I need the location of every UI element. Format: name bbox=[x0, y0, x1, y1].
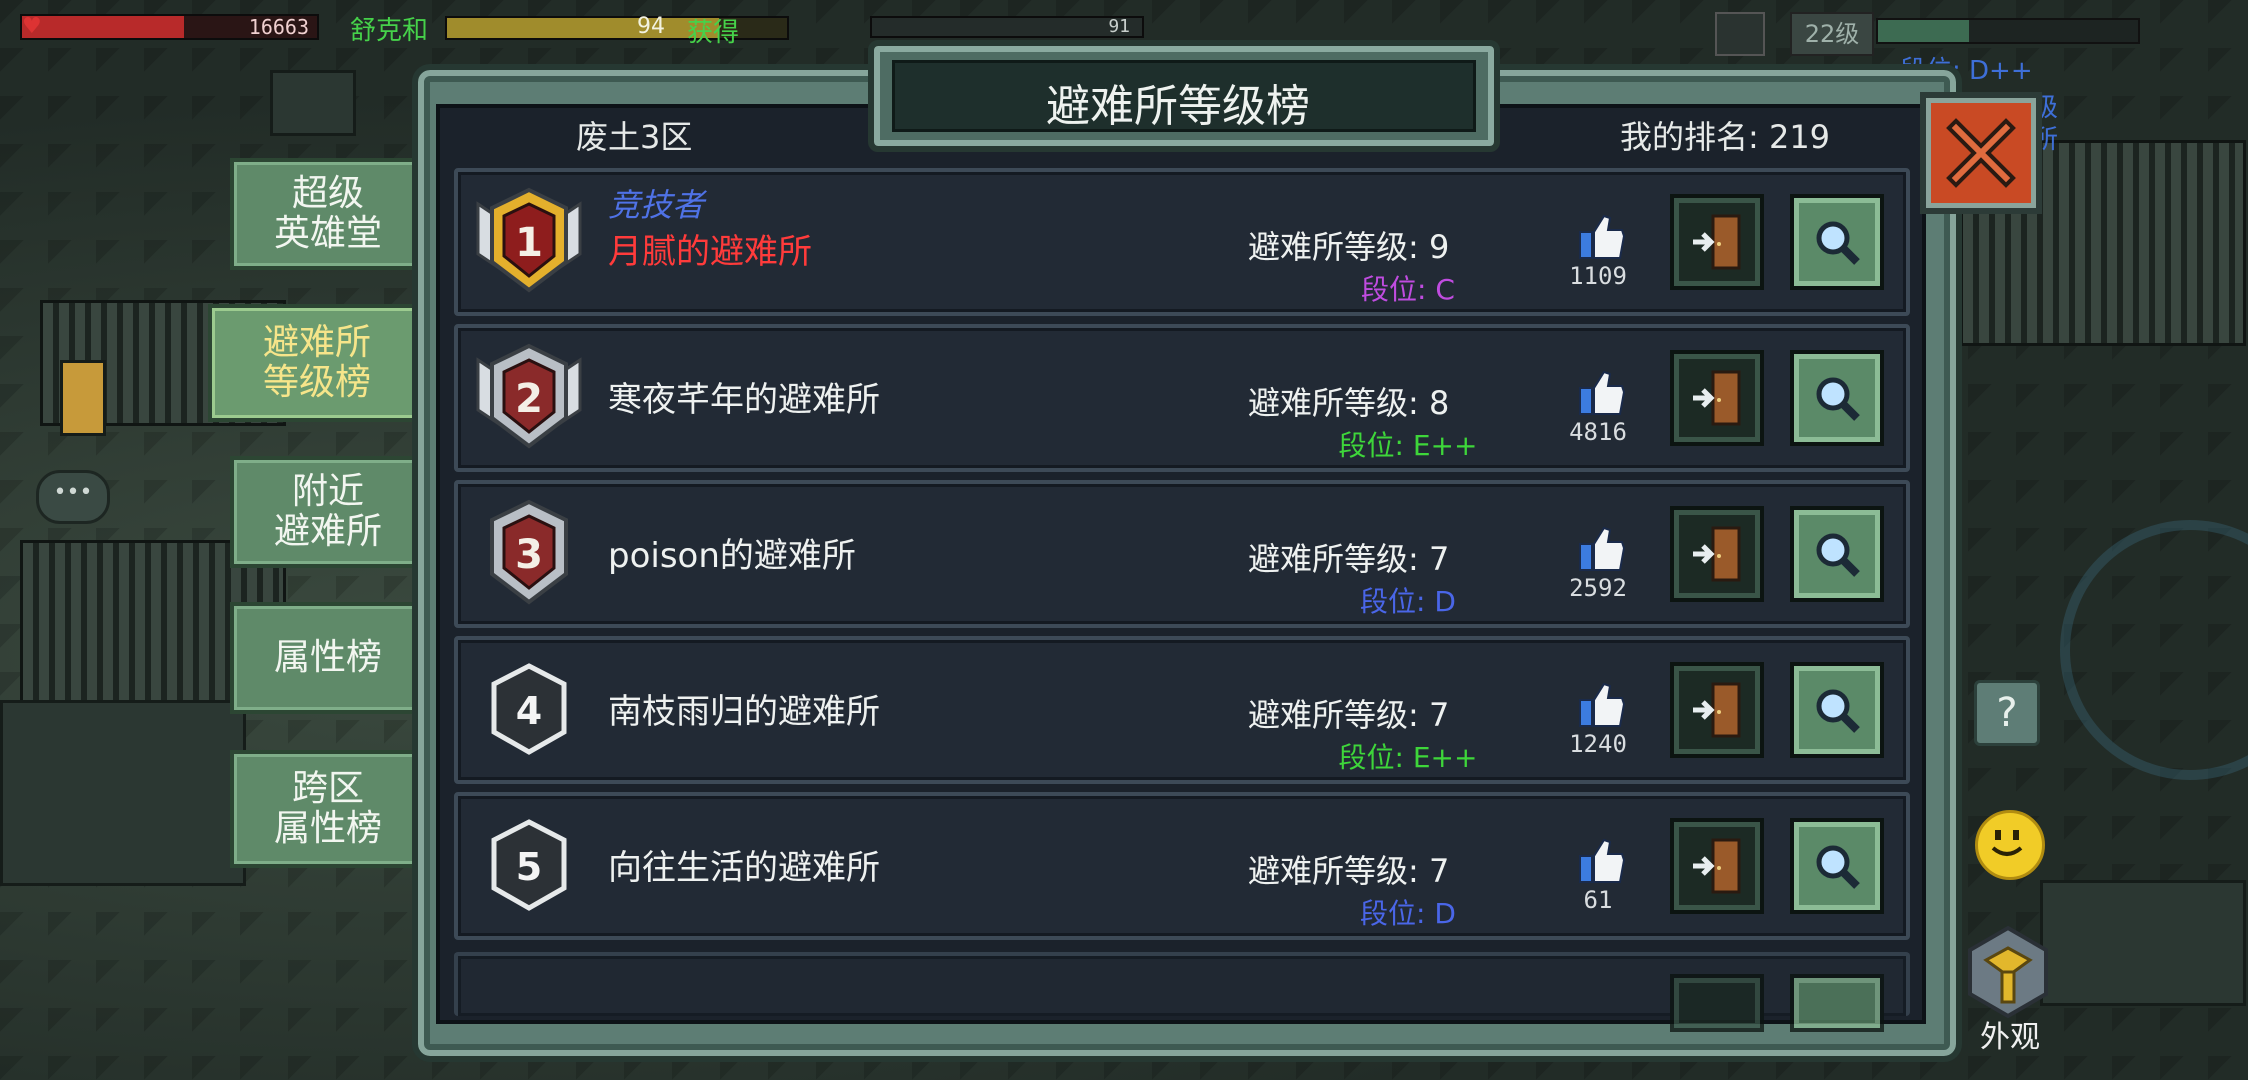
tab-nearby-shelters[interactable]: 附近 避难所 bbox=[230, 456, 426, 568]
tier-label: 段位: C bbox=[1361, 273, 1455, 306]
rank-number: 2 bbox=[515, 376, 543, 422]
thumbs-up-icon[interactable] bbox=[1570, 680, 1630, 730]
inspect-shelter-button[interactable] bbox=[1790, 662, 1884, 758]
search-icon bbox=[1816, 845, 1860, 889]
door-enter-icon bbox=[1693, 682, 1741, 738]
rank-number: 5 bbox=[516, 845, 542, 889]
thumbs-up-icon[interactable] bbox=[1570, 524, 1630, 574]
rank-medal-icon: 4 bbox=[491, 663, 567, 755]
rank-medal-icon: 5 bbox=[491, 819, 567, 911]
health-value: 16663 bbox=[248, 15, 309, 39]
ticker-text-2: 获得 bbox=[687, 18, 740, 48]
search-icon bbox=[1816, 377, 1860, 421]
my-rank: 我的排名: 219 bbox=[1620, 118, 1831, 156]
tier-label: 段位: E++ bbox=[1338, 429, 1478, 462]
shelter-level: 避难所等级: 7 bbox=[1248, 696, 1450, 734]
help-button[interactable]: ? bbox=[1974, 680, 2040, 746]
heart-icon: ♥ bbox=[22, 14, 42, 39]
thumbs-up-icon[interactable] bbox=[1570, 212, 1630, 262]
trophy-icon[interactable] bbox=[1715, 12, 1765, 56]
like-count: 2592 bbox=[1569, 574, 1627, 602]
health-bar: 16663 bbox=[20, 14, 319, 40]
panel-title: 避难所等级榜 bbox=[1046, 81, 1310, 132]
tier-label: 段位: E++ bbox=[1338, 741, 1478, 774]
experience-bar: 94 获得 bbox=[445, 14, 789, 48]
inspect-button[interactable] bbox=[1790, 974, 1884, 1032]
tier-label: 段位: D bbox=[1360, 897, 1456, 930]
player-level-badge: 22级 bbox=[1790, 12, 1874, 56]
shelter-level: 避难所等级: 7 bbox=[1248, 852, 1450, 890]
shelter-level: 避难所等级: 7 bbox=[1248, 540, 1450, 578]
search-icon bbox=[1816, 221, 1860, 265]
tab-cross-server-attribute-ranking[interactable]: 跨区 属性榜 bbox=[230, 750, 426, 868]
shelter-name: 月腻的避难所 bbox=[608, 232, 812, 272]
server-name: 废土3区 bbox=[576, 118, 693, 156]
inspect-shelter-button[interactable] bbox=[1790, 350, 1884, 446]
like-count: 4816 bbox=[1569, 418, 1627, 446]
shelter-name: 南枝雨归的避难所 bbox=[608, 692, 880, 732]
rank-medal-icon: 2 bbox=[476, 343, 582, 449]
rank-medal-icon: 3 bbox=[490, 499, 568, 605]
resource-bar: 91 bbox=[870, 16, 1144, 38]
visit-shelter-button[interactable] bbox=[1670, 506, 1764, 602]
ranking-row-partial[interactable] bbox=[454, 952, 1910, 1032]
like-count: 1240 bbox=[1569, 730, 1627, 758]
close-icon bbox=[1946, 118, 2016, 188]
thumbs-up-icon[interactable] bbox=[1570, 836, 1630, 886]
shelter-name: 向往生活的避难所 bbox=[608, 848, 880, 888]
close-button[interactable] bbox=[1920, 92, 2042, 214]
tab-super-hero-hall[interactable]: 超级 英雄堂 bbox=[230, 158, 426, 270]
ranking-row[interactable]: 3 poison的避难所 避难所等级: 7 段位: D 2592 bbox=[454, 480, 1910, 628]
visit-shelter-button[interactable] bbox=[1670, 350, 1764, 446]
ranking-row[interactable]: 5 向往生活的避难所 避难所等级: 7 段位: D 61 bbox=[454, 792, 1910, 940]
ranking-row[interactable]: 1 竞技者月腻的避难所 避难所等级: 9 段位: C 1109 bbox=[454, 168, 1910, 316]
tier-label: 段位: D bbox=[1360, 585, 1456, 618]
visit-button[interactable] bbox=[1670, 974, 1764, 1032]
player-title: 竞技者 bbox=[608, 186, 705, 224]
appearance-icon bbox=[1968, 925, 2048, 1019]
ranking-row[interactable]: 2 寒夜芊年的避难所 避难所等级: 8 段位: E++ 4816 bbox=[454, 324, 1910, 472]
door-enter-icon bbox=[1693, 370, 1741, 426]
rank-number: 4 bbox=[516, 689, 542, 733]
shelter-name: 寒夜芊年的避难所 bbox=[608, 380, 880, 420]
visit-shelter-button[interactable] bbox=[1670, 194, 1764, 290]
rank-medal-icon: 1 bbox=[476, 187, 582, 293]
ranking-row[interactable]: 4 南枝雨归的避难所 避难所等级: 7 段位: E++ 1240 bbox=[454, 636, 1910, 784]
ticker-number: 94 bbox=[637, 14, 665, 39]
appearance-button[interactable] bbox=[1960, 924, 2056, 1020]
emoji-button[interactable] bbox=[1975, 810, 2045, 880]
appearance-label: 外观 bbox=[1980, 1020, 2040, 1055]
door-enter-icon bbox=[1693, 526, 1741, 582]
inspect-shelter-button[interactable] bbox=[1790, 194, 1884, 290]
tab-attribute-ranking[interactable]: 属性榜 bbox=[230, 602, 426, 714]
rank-number: 3 bbox=[515, 532, 543, 578]
shelter-level: 避难所等级: 8 bbox=[1248, 384, 1450, 422]
search-icon bbox=[1816, 533, 1860, 577]
tab-shelter-level-ranking[interactable]: 避难所 等级榜 bbox=[208, 304, 426, 422]
shelter-level: 避难所等级: 9 bbox=[1248, 228, 1450, 266]
visit-shelter-button[interactable] bbox=[1670, 662, 1764, 758]
level-progress-bar bbox=[1876, 18, 2140, 44]
search-icon bbox=[1816, 689, 1860, 733]
inspect-shelter-button[interactable] bbox=[1790, 506, 1884, 602]
inspect-shelter-button[interactable] bbox=[1790, 818, 1884, 914]
smiley-icon bbox=[1991, 830, 2023, 856]
like-count: 61 bbox=[1583, 886, 1613, 914]
rank-number: 1 bbox=[515, 220, 543, 266]
visit-shelter-button[interactable] bbox=[1670, 818, 1764, 914]
shelter-name: poison的避难所 bbox=[608, 536, 856, 576]
resource-value: 91 bbox=[1108, 16, 1130, 37]
door-enter-icon bbox=[1693, 214, 1741, 270]
chat-bubble-icon[interactable]: ••• bbox=[36, 470, 110, 524]
door-enter-icon bbox=[1693, 838, 1741, 894]
like-count: 1109 bbox=[1569, 262, 1627, 290]
news-ticker: 舒克和 bbox=[350, 16, 429, 46]
thumbs-up-icon[interactable] bbox=[1570, 368, 1630, 418]
